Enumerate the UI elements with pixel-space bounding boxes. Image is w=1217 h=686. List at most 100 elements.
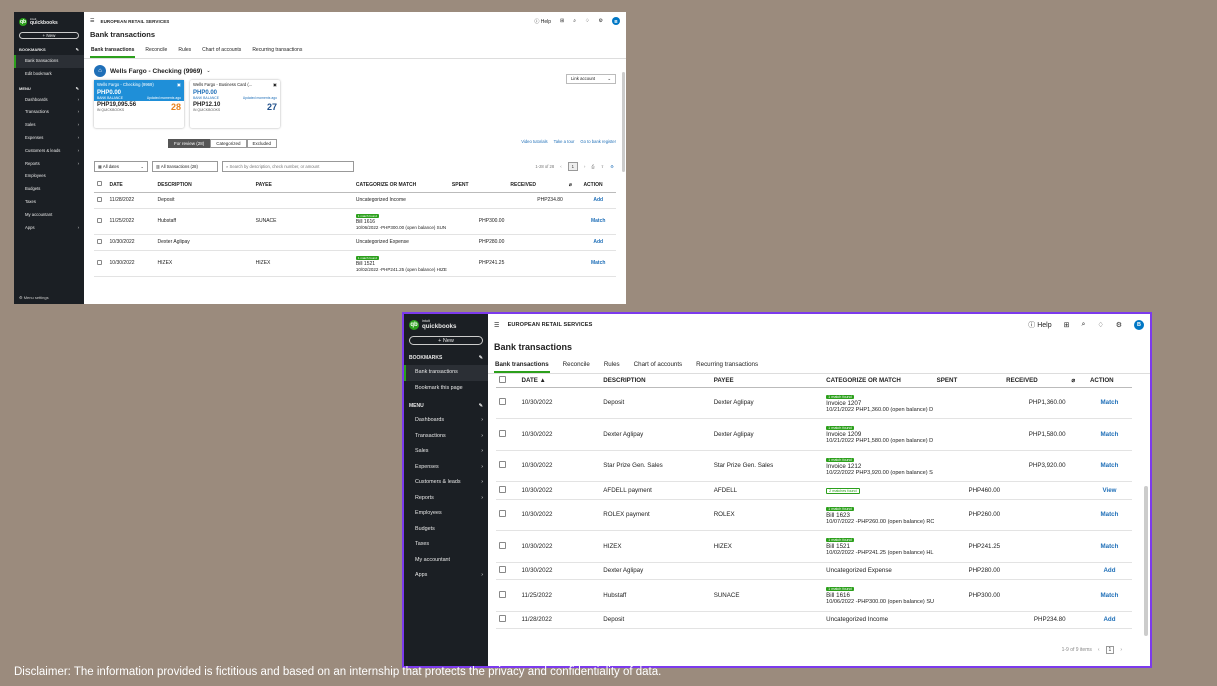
- help-button[interactable]: ⓘ Help: [534, 18, 551, 25]
- gear-icon[interactable]: ⚙: [610, 164, 614, 169]
- cell-categorize-or-match[interactable]: Uncategorized Expense: [352, 234, 449, 251]
- action-link[interactable]: Match: [1086, 387, 1132, 419]
- tab-bank-transactions[interactable]: Bank transactions: [90, 44, 136, 58]
- link-go-to-bank-register[interactable]: Go to bank register: [580, 139, 616, 144]
- search-input[interactable]: ⌕ Search by description, check number, o…: [222, 161, 354, 172]
- sidebar-item-edit-bookmark[interactable]: Edit bookmark: [14, 68, 84, 81]
- row-select[interactable]: [496, 611, 519, 629]
- link-video-tutorials[interactable]: Video tutorials: [521, 139, 547, 144]
- row-select[interactable]: [496, 481, 519, 500]
- hamburger-icon[interactable]: ☰: [494, 322, 500, 329]
- column-header-date[interactable]: DATE: [106, 178, 155, 193]
- hamburger-icon[interactable]: ☰: [90, 18, 94, 24]
- gear-icon[interactable]: ⚙: [599, 18, 603, 24]
- cell-categorize-or-match[interactable]: 1 match found Bill 1521 10/02/2022 -PHP241…: [823, 530, 934, 563]
- table-row[interactable]: 10/30/2022 Star Prize Gen. Sales Star Priz…: [496, 450, 1132, 482]
- sidebar-item-budgets[interactable]: Budgets: [404, 522, 488, 538]
- cell-categorize-or-match[interactable]: 1 match found Bill 1616 10/06/2022 -PHP300…: [823, 579, 934, 612]
- cell-categorize-or-match[interactable]: 1 match found Bill 1623 10/07/2022 -PHP260…: [823, 499, 934, 531]
- link-account-dropdown[interactable]: Link account ⌄: [566, 74, 616, 84]
- gear-icon[interactable]: ⚙: [1116, 321, 1122, 329]
- checkbox[interactable]: [499, 510, 506, 518]
- table-row[interactable]: 10/30/2022 AFDELL payment AFDELL 2 matches …: [496, 481, 1132, 500]
- new-button[interactable]: + New: [409, 336, 483, 345]
- checkbox[interactable]: [499, 541, 506, 549]
- next-page[interactable]: ›: [1120, 647, 1122, 653]
- checkbox[interactable]: [499, 566, 506, 574]
- row-select[interactable]: [496, 387, 519, 419]
- checkbox[interactable]: [97, 217, 102, 223]
- action-link[interactable]: View: [1086, 481, 1132, 500]
- pencil-icon[interactable]: ✎: [76, 84, 79, 94]
- action-link[interactable]: Match: [1086, 450, 1132, 482]
- column-header-received[interactable]: RECEIVED: [1003, 374, 1069, 388]
- checkbox[interactable]: [499, 461, 506, 469]
- action-link[interactable]: Match: [1086, 579, 1132, 612]
- sidebar-item-bank-transactions[interactable]: Bank transactions: [404, 365, 488, 381]
- column-header-categorize-or-match[interactable]: CATEGORIZE OR MATCH: [823, 374, 934, 388]
- pencil-icon[interactable]: ✎: [76, 45, 79, 55]
- menu-section[interactable]: MENU ✎: [404, 399, 488, 413]
- tab-chart-of-accounts[interactable]: Chart of accounts: [201, 44, 242, 58]
- sidebar-item-taxes[interactable]: Taxes: [404, 537, 488, 553]
- table-row[interactable]: 11/25/2022 Hubstaff SUNACE 1 match found Bil…: [94, 208, 616, 235]
- sidebar-item-my-accountant[interactable]: My accountant: [14, 209, 84, 222]
- checkbox[interactable]: [97, 238, 102, 244]
- tab-bank-transactions[interactable]: Bank transactions: [494, 358, 550, 373]
- prev-page[interactable]: ‹: [560, 164, 561, 169]
- action-link[interactable]: Add: [1086, 611, 1132, 629]
- tab-rules[interactable]: Rules: [177, 44, 192, 58]
- sidebar-item-taxes[interactable]: Taxes: [14, 196, 84, 209]
- column-header-action[interactable]: ACTION: [580, 178, 616, 193]
- review-tab-excluded[interactable]: Excluded: [246, 139, 278, 148]
- cell-categorize-or-match[interactable]: 1 match found Bill 1521 10/02/2022 -PHP241…: [352, 250, 449, 277]
- table-row[interactable]: 10/30/2022 Deposit Dexter Aglipay 1 match f…: [496, 387, 1132, 419]
- cell-categorize-or-match[interactable]: 1 match found Bill 1616 10/06/2022 -PHP300…: [352, 208, 449, 235]
- sidebar-item-customers-leads[interactable]: Customers & leads ›: [14, 145, 84, 158]
- action-link[interactable]: Match: [580, 250, 616, 277]
- sidebar-item-bank-transactions[interactable]: Bank transactions: [14, 55, 84, 68]
- sidebar-item-apps[interactable]: Apps ›: [404, 568, 488, 584]
- table-row[interactable]: 11/25/2022 Hubstaff SUNACE 1 match found Bil…: [496, 579, 1132, 612]
- row-select[interactable]: [496, 450, 519, 482]
- checkbox[interactable]: [499, 429, 506, 437]
- print-icon[interactable]: ⎙: [591, 164, 594, 169]
- table-row[interactable]: 10/30/2022 HIZEX HIZEX 1 match found Bill 15…: [94, 250, 616, 277]
- prev-page[interactable]: ‹: [1098, 647, 1100, 653]
- sidebar-item-dashboards[interactable]: Dashboards ›: [14, 94, 84, 107]
- column-header-payee[interactable]: PAYEE: [252, 178, 353, 193]
- search-icon[interactable]: ⌕: [1082, 321, 1086, 329]
- cell-categorize-or-match[interactable]: 2 matches found: [823, 481, 934, 500]
- new-button[interactable]: + New: [19, 32, 79, 39]
- row-select[interactable]: [496, 418, 519, 451]
- account-card[interactable]: Wells Fargo - Checking (9969) ▣ PHP0.00 BAN…: [94, 80, 184, 128]
- menu-section[interactable]: MENU ✎: [14, 84, 84, 94]
- bell-icon[interactable]: ♢: [1097, 321, 1103, 329]
- action-link[interactable]: Match: [1086, 530, 1132, 563]
- select-all-checkbox[interactable]: [94, 178, 107, 193]
- link-take-a-tour[interactable]: Take a tour: [554, 139, 575, 144]
- row-select[interactable]: [496, 530, 519, 563]
- sidebar-item-employees[interactable]: Employees: [14, 170, 84, 183]
- sidebar-item-sales[interactable]: Sales ›: [14, 119, 84, 132]
- table-row[interactable]: 10/30/2022 Dexter Aglipay Dexter Aglipay 1 …: [496, 418, 1132, 451]
- sidebar-item-dashboards[interactable]: Dashboards ›: [404, 413, 488, 429]
- grid-icon[interactable]: ⊞: [560, 18, 564, 24]
- table-row[interactable]: 10/30/2022 HIZEX HIZEX 1 match found Bill 15…: [496, 530, 1132, 563]
- tab-rules[interactable]: Rules: [603, 358, 621, 373]
- bookmarks-section[interactable]: BOOKMARKS ✎: [14, 45, 84, 55]
- cell-categorize-or-match[interactable]: Uncategorized Income: [823, 611, 934, 629]
- cell-categorize-or-match[interactable]: 1 match found Invoice 1209 10/21/2022 PHP1…: [823, 418, 934, 451]
- tab-reconcile[interactable]: Reconcile: [562, 358, 591, 373]
- page-number[interactable]: 1: [567, 162, 578, 171]
- cell-categorize-or-match[interactable]: Uncategorized Expense: [823, 562, 934, 580]
- column-header-spent[interactable]: SPENT: [933, 374, 1004, 388]
- help-button[interactable]: ⓘ Help: [1028, 320, 1051, 330]
- review-tab-for-review-28[interactable]: For review (28): [168, 139, 211, 148]
- tab-chart-of-accounts[interactable]: Chart of accounts: [633, 358, 684, 373]
- bookmarks-section[interactable]: BOOKMARKS ✎: [404, 351, 488, 365]
- scrollbar[interactable]: [622, 72, 625, 172]
- pencil-icon[interactable]: ✎: [479, 399, 483, 413]
- account-selector[interactable]: ⌂ Wells Fargo - Checking (9969) ⌄: [84, 59, 626, 80]
- row-select[interactable]: [94, 208, 107, 235]
